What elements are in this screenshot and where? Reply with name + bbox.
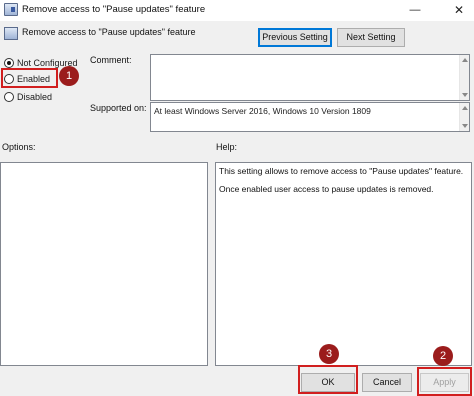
help-text-paragraph: Once enabled user access to pause update… xyxy=(219,184,434,194)
close-button[interactable]: ✕ xyxy=(448,0,470,21)
comment-textarea[interactable] xyxy=(150,54,470,101)
enabled-highlight-box xyxy=(1,68,58,88)
options-pane xyxy=(0,162,208,366)
radio-checked-icon[interactable] xyxy=(4,57,14,68)
scroll-down-arrow-icon[interactable] xyxy=(462,93,468,97)
supported-on-label: Supported on: xyxy=(90,103,147,113)
cancel-button[interactable]: Cancel xyxy=(362,373,412,392)
apply-highlight-box xyxy=(417,367,472,396)
options-label: Options: xyxy=(2,142,36,152)
supported-scrollbar[interactable] xyxy=(459,103,469,131)
minimize-button[interactable]: — xyxy=(404,0,426,21)
window-title: Remove access to "Pause updates" feature xyxy=(22,4,206,15)
help-pane: This setting allows to remove access to … xyxy=(215,162,472,366)
scroll-up-arrow-icon[interactable] xyxy=(462,58,468,62)
scroll-down-arrow-icon[interactable] xyxy=(462,124,468,128)
radio-unchecked-icon[interactable] xyxy=(4,91,14,102)
comment-label: Comment: xyxy=(90,55,132,65)
step-badge-1: 1 xyxy=(59,66,79,86)
radio-disabled[interactable]: Disabled xyxy=(4,90,52,103)
supported-on-box: At least Windows Server 2016, Windows 10… xyxy=(150,102,470,132)
step-badge-3: 3 xyxy=(319,344,339,364)
title-bar: Remove access to "Pause updates" feature… xyxy=(0,0,474,21)
help-label: Help: xyxy=(216,142,238,152)
previous-setting-button[interactable]: Previous Setting xyxy=(258,28,332,47)
next-setting-button[interactable]: Next Setting xyxy=(337,28,405,47)
help-text-paragraph: This setting allows to remove access to … xyxy=(219,166,464,176)
ok-highlight-box xyxy=(298,365,358,394)
supported-on-value: At least Windows Server 2016, Windows 10… xyxy=(154,106,371,116)
policy-icon xyxy=(4,3,18,16)
policy-setting-icon xyxy=(4,27,18,40)
step-badge-2: 2 xyxy=(433,346,453,366)
radio-disabled-label: Disabled xyxy=(17,91,53,102)
scroll-up-arrow-icon[interactable] xyxy=(462,106,468,110)
policy-name: Remove access to "Pause updates" feature xyxy=(22,27,196,37)
comment-scrollbar[interactable] xyxy=(459,55,469,100)
